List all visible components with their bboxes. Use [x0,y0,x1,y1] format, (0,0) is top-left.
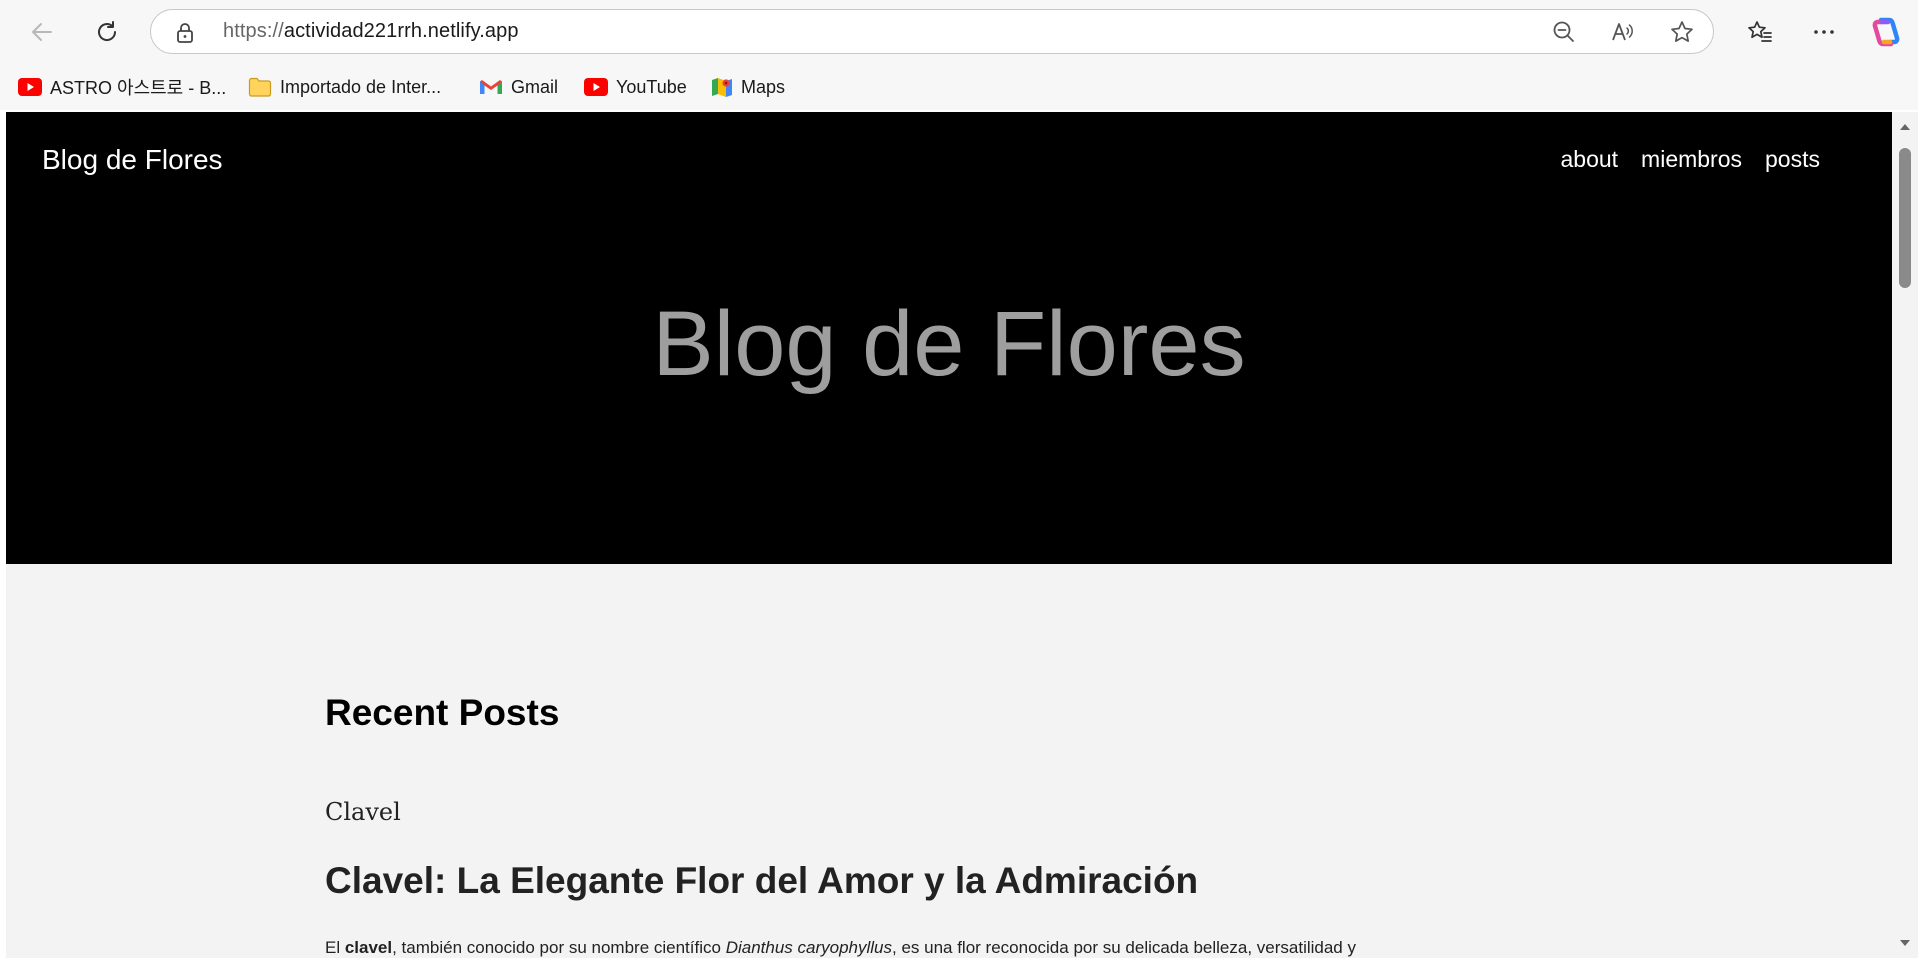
bookmark-importado[interactable]: Importado de Inter... [248,74,441,100]
page-viewport: Blog de Flores about miembros posts Blog… [6,112,1892,958]
youtube-icon [18,78,42,96]
excerpt-suffix: , es una flor reconocida por su delicada… [892,938,1356,957]
bookmark-maps[interactable]: Maps [711,74,785,100]
site-title-link[interactable]: Blog de Flores [42,144,223,176]
favorites-list-icon[interactable] [1742,14,1778,50]
scroll-down-arrow-icon[interactable] [1898,936,1912,950]
reload-icon[interactable] [89,14,125,50]
ellipsis-icon[interactable] [1806,14,1842,50]
post-title-link[interactable]: Clavel: La Elegante Flor del Amor y la A… [325,860,1198,902]
scroll-up-arrow-icon[interactable] [1898,120,1912,134]
star-icon[interactable] [1669,19,1695,45]
url-protocol: https:// [223,20,284,42]
bookmarks-bar: ASTRO 아스트로 - B... Importado de Inter... … [0,64,1918,110]
nav-link-about[interactable]: about [1560,146,1618,173]
nav-link-posts[interactable]: posts [1765,146,1820,173]
bookmark-label: ASTRO 아스트로 - B... [50,78,227,98]
copilot-icon[interactable] [1868,14,1904,50]
maps-icon [711,76,733,98]
excerpt-mid: , también conocido por su nombre científ… [392,938,726,957]
bookmark-gmail[interactable]: Gmail [479,74,558,100]
gmail-icon [479,78,503,96]
bookmark-label: Gmail [511,76,559,97]
url-host: actividad221rrh.netlify.app [283,20,519,42]
bookmark-astro[interactable]: ASTRO 아스트로 - B... [18,74,226,100]
main-nav: about miembros posts [1560,146,1820,173]
bookmark-youtube[interactable]: YouTube [584,74,687,100]
url-text[interactable]: https://actividad221rrh.netlify.app [223,20,519,43]
bookmark-label: Maps [741,76,786,97]
read-aloud-icon[interactable] [1610,19,1636,45]
address-bar[interactable]: https://actividad221rrh.netlify.app [150,9,1714,54]
browser-toolbar: https://actividad221rrh.netlify.app [0,0,1918,64]
hero-header: Blog de Flores about miembros posts Blog… [6,112,1892,564]
folder-icon [248,76,272,98]
zoom-out-icon[interactable] [1551,19,1577,45]
hero-title: Blog de Flores [652,293,1246,395]
bookmark-label: Importado de Inter... [280,76,442,97]
scrollbar-thumb[interactable] [1899,148,1911,288]
youtube-icon [584,78,608,96]
lock-icon[interactable] [175,21,195,50]
post-category-link[interactable]: Clavel [325,798,401,826]
back-arrow-icon[interactable] [24,14,60,50]
nav-link-miembros[interactable]: miembros [1641,146,1742,173]
post-excerpt: El clavel, también conocido por su nombr… [325,936,1425,958]
excerpt-prefix: El [325,938,345,957]
bookmark-label: YouTube [616,76,687,97]
section-heading: Recent Posts [325,692,560,733]
excerpt-bold: clavel [344,938,393,957]
excerpt-italic: Dianthus caryophyllus [725,938,892,957]
page-scrollbar[interactable] [1892,112,1918,958]
